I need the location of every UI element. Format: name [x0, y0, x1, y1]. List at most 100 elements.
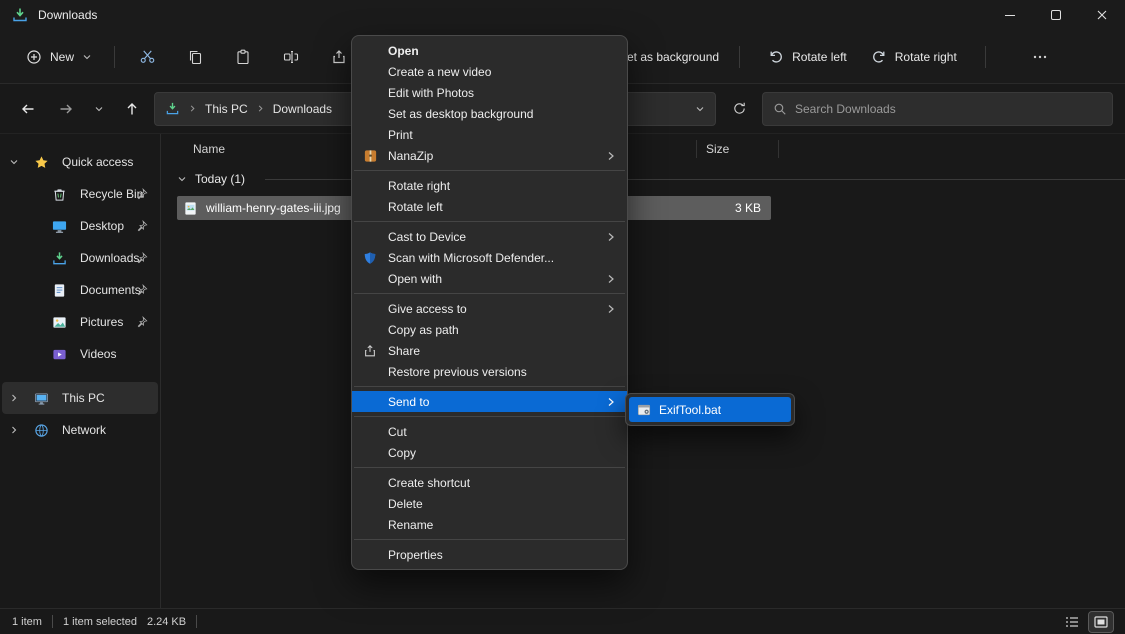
rename-icon: [283, 49, 299, 65]
column-divider[interactable]: [696, 140, 697, 158]
menu-label: Cut: [388, 425, 407, 439]
network-icon: [34, 423, 56, 438]
this-pc-icon: [34, 391, 56, 406]
context-menu-item-open-with[interactable]: Open with: [352, 268, 627, 289]
submenu-item-exiftool[interactable]: ExifTool.bat: [629, 397, 791, 422]
menu-label: Cast to Device: [388, 230, 466, 244]
context-menu-item-create-shortcut[interactable]: Create shortcut: [352, 472, 627, 493]
rotate-left-button[interactable]: Rotate left: [760, 42, 855, 72]
context-menu-item-open[interactable]: Open: [352, 40, 627, 61]
sidebar-item-documents[interactable]: Documents: [2, 274, 158, 306]
sidebar-item-network[interactable]: Network: [2, 414, 158, 446]
back-button[interactable]: [12, 93, 44, 125]
context-menu-item-edit-with-photos[interactable]: Edit with Photos: [352, 82, 627, 103]
context-menu-item-nanazip[interactable]: NanaZip: [352, 145, 627, 166]
refresh-button[interactable]: [722, 92, 756, 126]
menu-separator: [354, 170, 625, 171]
column-header-name[interactable]: Name: [193, 142, 225, 156]
status-divider: [52, 615, 53, 628]
minimize-icon: [1002, 7, 1018, 23]
context-menu-item-share[interactable]: Share: [352, 340, 627, 361]
recycle-bin-icon: [52, 187, 74, 202]
context-menu-item-delete[interactable]: Delete: [352, 493, 627, 514]
breadcrumb-downloads[interactable]: Downloads: [273, 102, 332, 116]
sidebar-item-label: Pictures: [80, 315, 123, 329]
rename-button[interactable]: [271, 39, 311, 75]
sidebar-item-videos[interactable]: Videos: [2, 338, 158, 370]
context-menu-item-rename[interactable]: Rename: [352, 514, 627, 535]
file-explorer-window: Downloads New et as background Rotate: [0, 0, 1125, 634]
pictures-icon: [52, 315, 74, 330]
close-button[interactable]: [1079, 0, 1125, 30]
rotate-right-label: Rotate right: [895, 50, 957, 64]
context-menu-item-properties[interactable]: Properties: [352, 544, 627, 565]
plus-circle-icon: [26, 49, 42, 65]
sidebar-item-label: Documents: [80, 283, 141, 297]
set-as-background-button[interactable]: et as background: [627, 50, 719, 64]
context-menu-item-set-as-desktop-background[interactable]: Set as desktop background: [352, 103, 627, 124]
up-button[interactable]: [116, 93, 148, 125]
thumbnails-view-icon: [1093, 615, 1109, 629]
forward-button[interactable]: [50, 93, 82, 125]
thumbnails-view-button[interactable]: [1089, 612, 1113, 632]
rotate-right-button[interactable]: Rotate right: [863, 42, 965, 72]
address-dropdown-button[interactable]: [695, 104, 705, 114]
sidebar-item-label: Network: [62, 423, 106, 437]
context-menu-item-send-to[interactable]: Send to: [352, 391, 627, 412]
rotate-left-icon: [768, 49, 784, 65]
column-divider[interactable]: [778, 140, 779, 158]
close-icon: [1094, 7, 1110, 23]
menu-label: Properties: [388, 548, 443, 562]
sidebar-item-desktop[interactable]: Desktop: [2, 210, 158, 242]
status-divider: [196, 615, 197, 628]
share-icon: [363, 344, 377, 358]
context-menu-item-cast-to-device[interactable]: Cast to Device: [352, 226, 627, 247]
sidebar-item-this-pc[interactable]: This PC: [2, 382, 158, 414]
pin-icon: [136, 316, 148, 328]
column-header-size[interactable]: Size: [706, 142, 729, 156]
context-menu-item-restore-previous-versions[interactable]: Restore previous versions: [352, 361, 627, 382]
address-location-icon: [165, 101, 180, 116]
minimize-button[interactable]: [987, 0, 1033, 30]
breadcrumb-this-pc[interactable]: This PC: [205, 102, 248, 116]
context-menu-item-print[interactable]: Print: [352, 124, 627, 145]
paste-button[interactable]: [223, 39, 263, 75]
context-menu-item-scan-with-defender[interactable]: Scan with Microsoft Defender...: [352, 247, 627, 268]
view-switcher: [1060, 612, 1113, 632]
sidebar-item-downloads[interactable]: Downloads: [2, 242, 158, 274]
details-view-button[interactable]: [1060, 612, 1084, 632]
submenu-arrow-icon: [607, 274, 615, 284]
star-icon: [34, 155, 56, 170]
context-menu-item-give-access-to[interactable]: Give access to: [352, 298, 627, 319]
recent-locations-button[interactable]: [88, 93, 110, 125]
menu-label: Print: [388, 128, 413, 142]
new-button[interactable]: New: [16, 42, 102, 72]
sidebar-item-quick-access[interactable]: Quick access: [2, 146, 158, 178]
search-box[interactable]: [762, 92, 1113, 126]
context-menu-item-copy-as-path[interactable]: Copy as path: [352, 319, 627, 340]
caption-buttons: [987, 0, 1125, 30]
sidebar-section-gap: [0, 370, 160, 382]
menu-label: Rename: [388, 518, 433, 532]
up-icon: [124, 101, 140, 117]
window-title: Downloads: [38, 8, 97, 22]
pin-icon: [136, 220, 148, 232]
cut-button[interactable]: [127, 39, 167, 75]
file-size: 3 KB: [735, 201, 761, 215]
context-menu-item-copy[interactable]: Copy: [352, 442, 627, 463]
more-options-button[interactable]: [1020, 39, 1060, 75]
group-header-today[interactable]: Today (1): [161, 164, 1125, 194]
search-input[interactable]: [795, 102, 1102, 116]
context-menu-item-rotate-left[interactable]: Rotate left: [352, 196, 627, 217]
maximize-button[interactable]: [1033, 0, 1079, 30]
copy-button[interactable]: [175, 39, 215, 75]
context-menu-item-create-a-new-video[interactable]: Create a new video: [352, 61, 627, 82]
chevron-down-icon: [94, 104, 104, 114]
clipboard-button-group: [127, 39, 359, 75]
submenu-arrow-icon: [607, 397, 615, 407]
context-menu-item-cut[interactable]: Cut: [352, 421, 627, 442]
sidebar-item-pictures[interactable]: Pictures: [2, 306, 158, 338]
sidebar-item-recycle-bin[interactable]: Recycle Bin: [2, 178, 158, 210]
context-menu-item-rotate-right[interactable]: Rotate right: [352, 175, 627, 196]
navigation-pane: Quick access Recycle Bin Desktop Downloa…: [0, 134, 161, 608]
